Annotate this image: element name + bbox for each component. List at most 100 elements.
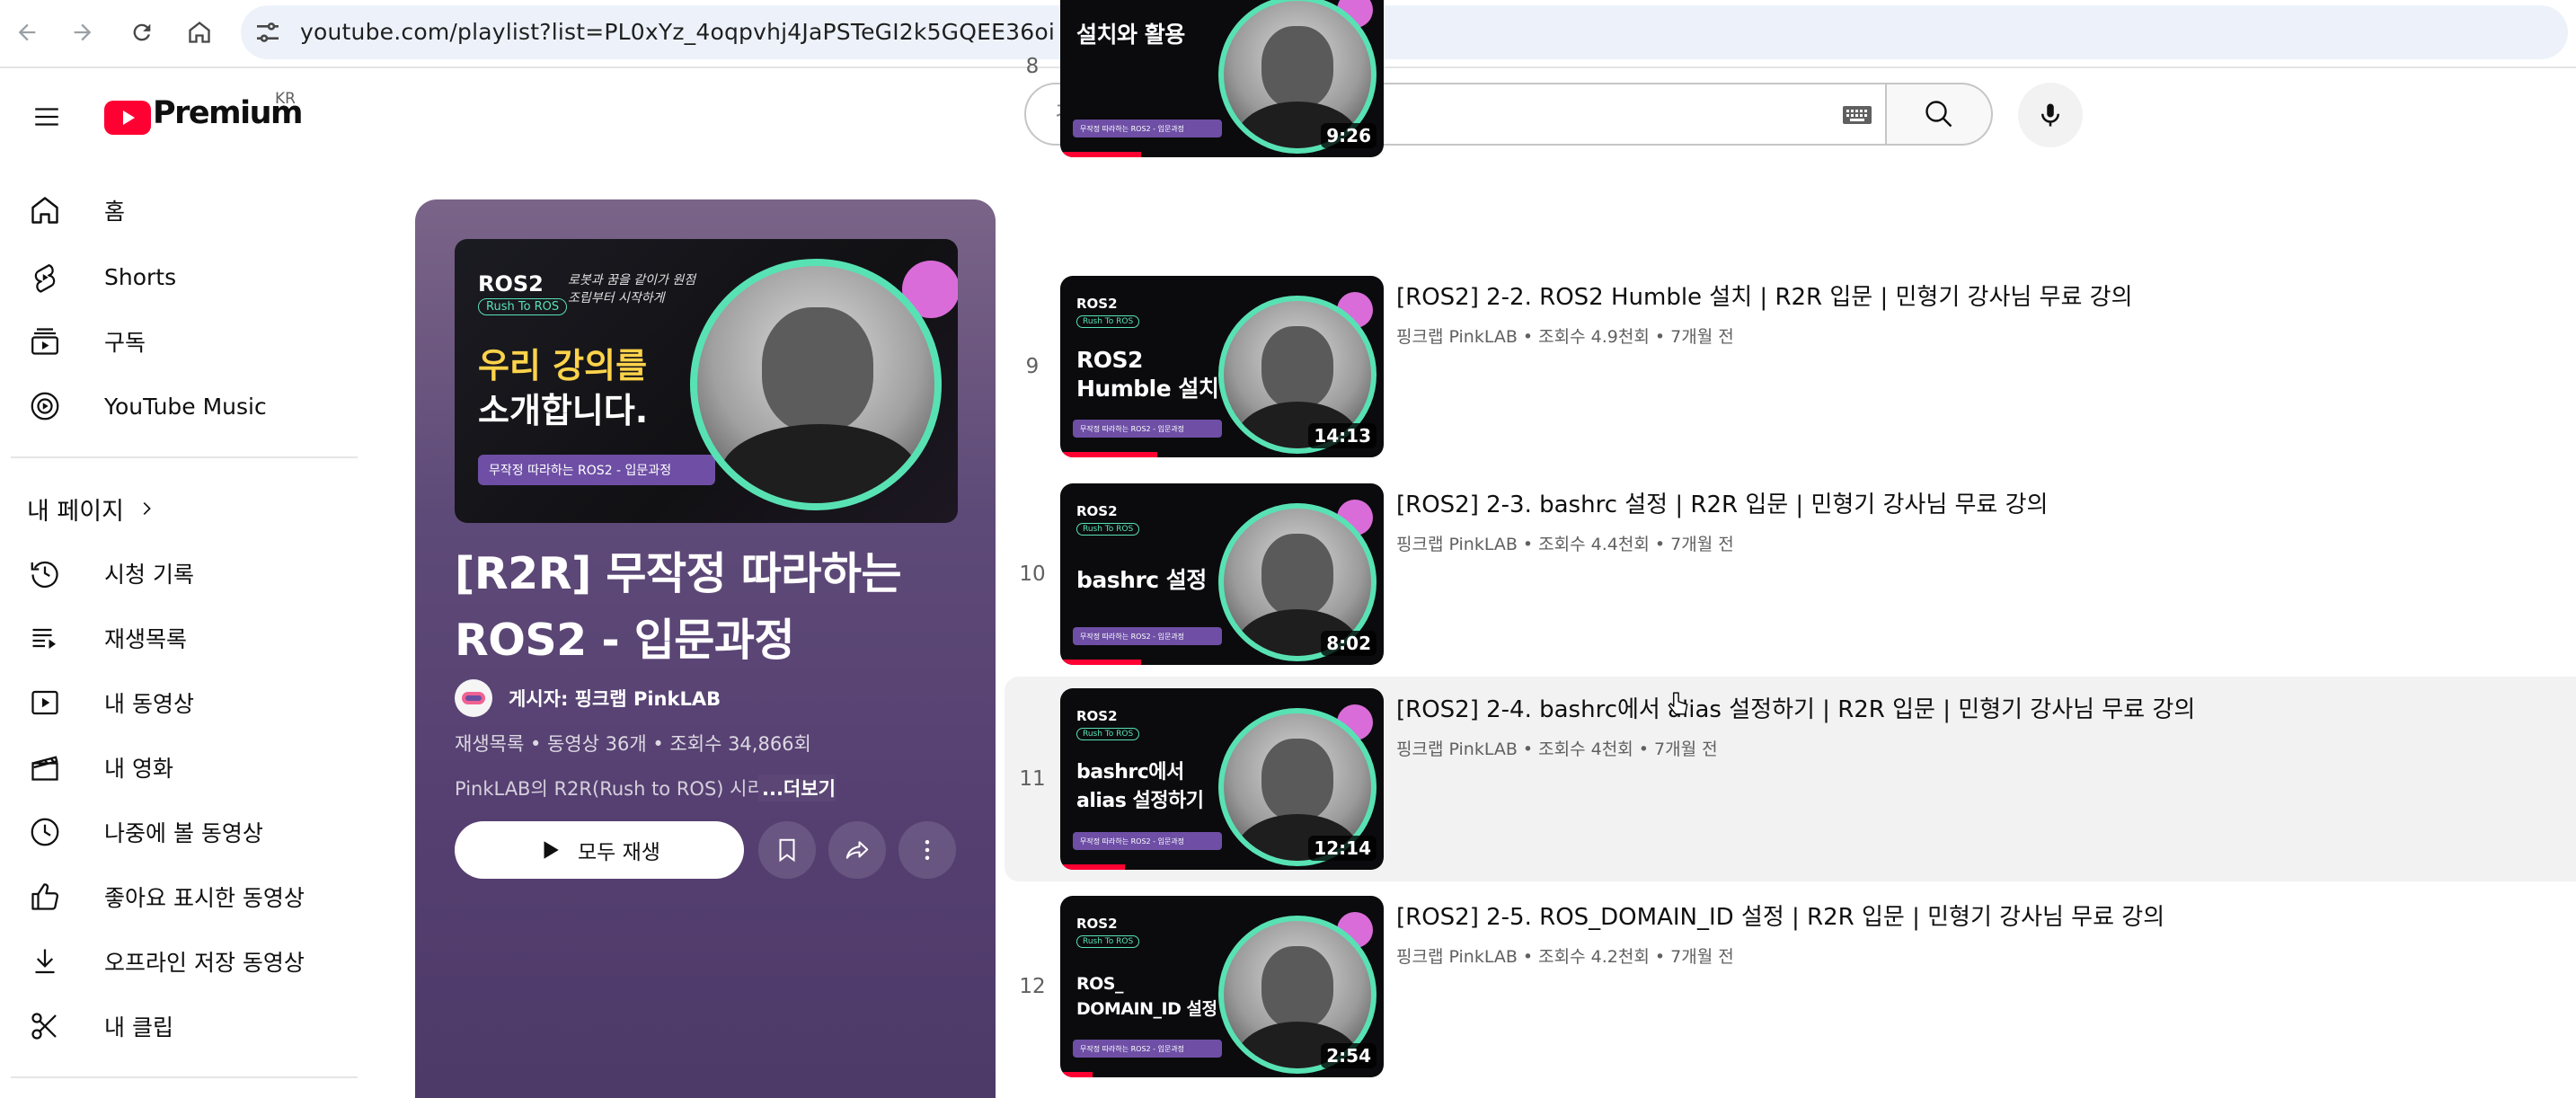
hand-cursor-icon	[1668, 692, 1688, 715]
cover-handwriting: 로봇과 꿈을 같이가 원점 조립부터 시작하게	[568, 273, 696, 305]
your-videos-icon	[27, 685, 63, 721]
cover-badge: Rush To ROS	[478, 298, 568, 315]
watch-progress-bar	[1060, 864, 1125, 870]
playlist-cover-thumbnail[interactable]: ROS2 Rush To ROS 로봇과 꿈을 같이가 원점 조립부터 시작하게…	[455, 239, 958, 523]
sidebar-divider	[11, 1076, 358, 1078]
hamburger-icon	[35, 108, 58, 126]
chevron-right-icon	[143, 501, 151, 516]
video-title[interactable]: [ROS2] 2-4. bashrc에서 alias 설정하기 | R2R 입문…	[1396, 691, 2195, 724]
forward-icon[interactable]	[63, 13, 102, 52]
url-text: youtube.com/playlist?list=PL0xYz_4oqpvhj…	[300, 19, 1055, 45]
playlist-video-row[interactable]: 10 ROS2 Rush To ROS bashrc 설정 무작정 따라하는 R…	[1005, 472, 2576, 677]
sidebar-item-label: 내 동영상	[104, 691, 194, 717]
sidebar-item-label: 나중에 볼 동영상	[104, 820, 263, 846]
sidebar-item-your-movies[interactable]: 내 영화	[18, 740, 368, 794]
playlist-meta: 재생목록 • 동영상 36개 • 조회수 34,866회	[455, 733, 811, 755]
sidebar-item-label: Shorts	[104, 263, 177, 290]
sidebar-item-shorts[interactable]: Shorts	[18, 250, 368, 304]
sidebar-item-label: YouTube Music	[104, 393, 267, 420]
sidebar-item-playlists[interactable]: 재생목록	[18, 611, 368, 665]
home-browser-icon[interactable]	[180, 13, 219, 52]
play-icon	[544, 841, 559, 859]
share-button[interactable]	[828, 821, 886, 879]
sidebar-item-label: 오프라인 저장 동영상	[104, 950, 305, 976]
youtube-logo-icon	[104, 101, 151, 135]
share-icon	[845, 841, 869, 859]
thumbnail-brand: ROS2	[1076, 916, 1118, 932]
reload-icon[interactable]	[122, 13, 162, 52]
sidebar-section-you[interactable]: 내 페이지	[27, 491, 156, 527]
home-icon	[27, 192, 63, 228]
thumbnail-strip: 무작정 따라하는 ROS2 - 입문과정	[1073, 120, 1222, 137]
sidebar-item-subscriptions[interactable]: 구독	[18, 314, 368, 368]
sidebar-item-watch-later[interactable]: 나중에 볼 동영상	[18, 805, 368, 859]
sidebar-item-downloads[interactable]: 오프라인 저장 동영상	[18, 934, 368, 988]
thumbnail-caption: ROS_ DOMAIN_ID 설정	[1076, 974, 1217, 1019]
playlist-description-text: PinkLAB의 R2R(Rush to ROS) 시리	[455, 778, 765, 800]
more-button[interactable]: ...더보기	[758, 775, 836, 801]
sidebar-item-label: 내 영화	[104, 756, 173, 782]
sidebar-item-history[interactable]: 시청 기록	[18, 546, 368, 600]
video-duration: 12:14	[1308, 836, 1377, 861]
sidebar-item-home[interactable]: 홈	[18, 183, 368, 237]
site-settings-icon[interactable]	[253, 18, 282, 47]
video-index: 8	[1025, 55, 1040, 78]
playlist-video-row[interactable]: 8 설치와 활용 무작정 따라하는 ROS2 - 입문과정 9:26	[1005, 0, 2576, 169]
cover-headline-2: 소개합니다.	[478, 391, 649, 430]
owner-avatar	[455, 679, 492, 717]
back-icon[interactable]	[7, 13, 47, 52]
video-duration: 8:02	[1321, 631, 1377, 656]
video-thumbnail[interactable]: ROS2 Rush To ROS ROS2 Humble 설치 무작정 따라하는…	[1060, 276, 1384, 457]
sidebar-item-clips[interactable]: 내 클립	[18, 999, 368, 1053]
playlist-video-row[interactable]: 11 ROS2 Rush To ROS bashrc에서 alias 설정하기 …	[1005, 677, 2576, 881]
thumbnail-brand: ROS2	[1076, 296, 1118, 312]
video-thumbnail[interactable]: ROS2 Rush To ROS ROS_ DOMAIN_ID 설정 무작정 따…	[1060, 896, 1384, 1077]
video-thumbnail[interactable]: ROS2 Rush To ROS bashrc 설정 무작정 따라하는 ROS2…	[1060, 483, 1384, 665]
sidebar-item-youtube-music[interactable]: YouTube Music	[18, 379, 368, 433]
thumbnail-caption: 설치와 활용	[1076, 22, 1185, 48]
thumbnail-brand: ROS2	[1076, 708, 1118, 724]
history-icon	[27, 555, 63, 591]
sidebar-section-title: 내 페이지	[27, 497, 124, 526]
subscriptions-icon	[27, 323, 63, 359]
sidebar-item-label: 홈	[104, 199, 126, 225]
video-index: 12	[1019, 975, 1046, 998]
sidebar-item-label: 좋아요 표시한 동영상	[104, 885, 305, 911]
sidebar-item-label: 내 클립	[104, 1014, 173, 1040]
owner-name: 게시자: 핑크랩 PinkLAB	[509, 688, 721, 710]
guide-menu-button[interactable]	[25, 95, 68, 138]
video-title[interactable]: [ROS2] 2-2. ROS2 Humble 설치 | R2R 입문 | 민형…	[1396, 279, 2133, 312]
video-duration: 9:26	[1321, 123, 1377, 148]
liked-videos-icon	[27, 879, 63, 915]
your-movies-icon	[27, 749, 63, 785]
thumbnail-strip: 무작정 따라하는 ROS2 - 입문과정	[1073, 627, 1222, 645]
play-all-button[interactable]: 모두 재생	[455, 821, 744, 879]
playlist-description: PinkLAB의 R2R(Rush to ROS) 시리 ...더보기	[455, 775, 958, 801]
sidebar-item-label: 시청 기록	[104, 562, 194, 588]
playlist-video-row[interactable]: 12 ROS2 Rush To ROS ROS_ DOMAIN_ID 설정 무작…	[1005, 884, 2576, 1089]
thumbnail-caption: bashrc에서 alias 설정하기	[1076, 761, 1204, 812]
video-title[interactable]: [ROS2] 2-3. bashrc 설정 | R2R 입문 | 민형기 강사님…	[1396, 486, 2048, 519]
more-vert-icon	[925, 840, 930, 860]
playlist-owner[interactable]: 게시자: 핑크랩 PinkLAB	[455, 677, 721, 719]
shorts-icon	[27, 259, 63, 295]
save-playlist-button[interactable]	[758, 821, 816, 879]
bookmark-icon	[779, 838, 795, 863]
video-duration: 14:13	[1308, 423, 1377, 448]
sidebar-item-liked-videos[interactable]: 좋아요 표시한 동영상	[18, 870, 368, 924]
playlist-title: [R2R] 무작정 따라하는 ROS2 - 입문과정	[455, 548, 902, 666]
more-actions-button[interactable]	[899, 821, 956, 879]
cover-strip: 무작정 따라하는 ROS2 - 입문과정	[478, 455, 715, 485]
video-thumbnail[interactable]: ROS2 Rush To ROS bashrc에서 alias 설정하기 무작정…	[1060, 688, 1384, 870]
thumbnail-caption: ROS2 Humble 설치	[1076, 347, 1219, 402]
video-index: 9	[1025, 355, 1040, 378]
sidebar-item-your-videos[interactable]: 내 동영상	[18, 676, 368, 730]
region-code: KR	[275, 90, 296, 108]
video-thumbnail[interactable]: 설치와 활용 무작정 따라하는 ROS2 - 입문과정 9:26	[1060, 0, 1384, 157]
video-index: 11	[1019, 767, 1046, 791]
video-duration: 2:54	[1321, 1043, 1377, 1068]
video-title[interactable]: [ROS2] 2-5. ROS_DOMAIN_ID 설정 | R2R 입문 | …	[1396, 899, 2164, 932]
playlist-video-row[interactable]: 9 ROS2 Rush To ROS ROS2 Humble 설치 무작정 따라…	[1005, 264, 2576, 469]
play-all-label: 모두 재생	[578, 841, 660, 864]
instructor-portrait	[690, 259, 942, 510]
